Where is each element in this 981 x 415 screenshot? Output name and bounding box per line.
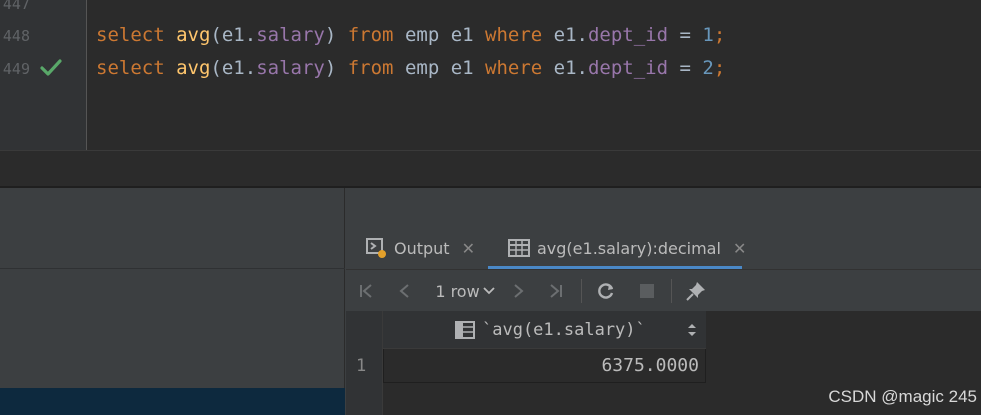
code-token: avg	[176, 57, 211, 79]
first-page-icon[interactable]	[356, 280, 378, 302]
results-toolbar: 1 row	[346, 270, 981, 311]
results-pane: Output ✕ avg(e1.salary):decimal ✕ 1 row …	[346, 188, 981, 415]
table-column-icon	[455, 321, 475, 339]
refresh-icon[interactable]	[595, 280, 617, 302]
page-size-label: 1 row	[435, 281, 480, 301]
next-page-icon[interactable]	[507, 280, 529, 302]
code-token: e1.	[542, 57, 588, 79]
divider	[581, 279, 582, 303]
tab-output[interactable]: Output ✕	[366, 228, 475, 268]
code-token: ;	[713, 57, 726, 79]
divider	[0, 268, 345, 269]
services-panel: Output ✕ avg(e1.salary):decimal ✕ 1 row …	[0, 188, 981, 415]
last-page-icon[interactable]	[544, 280, 566, 302]
line-number: 449	[2, 60, 30, 78]
code-token: salary	[256, 57, 325, 79]
tab-output-label: Output	[394, 238, 450, 258]
code-token: emp e1	[393, 57, 486, 79]
code-line[interactable]: select avg(e1.salary) from emp e1 where …	[96, 23, 725, 47]
previous-page-icon[interactable]	[394, 280, 416, 302]
table-icon	[508, 239, 530, 257]
watermark: CSDN @magic 245	[828, 387, 977, 406]
code-token: where	[485, 57, 543, 79]
services-tree-pane[interactable]	[0, 188, 345, 415]
line-number: 447	[2, 0, 30, 13]
code-token: =	[668, 57, 703, 79]
code-line[interactable]: select avg(e1.salary) from emp e1 where …	[96, 56, 725, 80]
code-token: (e1.	[210, 24, 257, 46]
selected-tree-row[interactable]	[0, 388, 345, 415]
tab-result-avg-salary[interactable]: avg(e1.salary):decimal ✕	[508, 228, 746, 268]
code-token: avg	[176, 24, 211, 46]
code-token: where	[485, 24, 543, 46]
close-icon[interactable]: ✕	[462, 239, 475, 258]
code-token: select	[96, 24, 165, 46]
row-number[interactable]: 1	[356, 356, 366, 376]
page-size-dropdown[interactable]: 1 row	[434, 280, 496, 302]
code-token: 1	[702, 24, 714, 46]
code-token: ;	[713, 24, 726, 46]
column-header[interactable]: `avg(e1.salary)`	[383, 311, 706, 349]
cell-value: 6375.0000	[601, 355, 699, 376]
chevron-down-icon	[483, 286, 495, 296]
sql-editor[interactable]: 447 448 449 select avg(e1.salary) from e…	[0, 0, 981, 150]
line-number: 448	[2, 27, 30, 45]
code-token: emp e1	[393, 24, 486, 46]
console-output-icon	[366, 237, 388, 259]
code-token: select	[96, 57, 165, 79]
code-token: (e1.	[210, 57, 257, 79]
tab-result-label: avg(e1.salary):decimal	[537, 238, 721, 258]
editor-status-strip	[0, 150, 981, 186]
column-header-label: `avg(e1.salary)`	[482, 320, 646, 340]
code-token: from	[347, 24, 394, 46]
code-token: from	[347, 57, 394, 79]
checkmark-icon[interactable]	[40, 58, 62, 78]
code-token: dept_id	[587, 24, 669, 46]
code-token: salary	[256, 24, 325, 46]
table-cell[interactable]: 6375.0000	[383, 349, 706, 383]
editor-gutter: 447 448 449	[0, 0, 87, 150]
sort-icon[interactable]	[687, 323, 697, 337]
code-token: 2	[702, 57, 714, 79]
code-token: dept_id	[587, 57, 669, 79]
close-icon[interactable]: ✕	[733, 239, 746, 258]
row-number-column: 1	[346, 311, 383, 415]
code-token: e1.	[542, 24, 588, 46]
code-token: =	[668, 24, 703, 46]
code-token: )	[324, 57, 337, 79]
pin-icon[interactable]	[684, 280, 708, 302]
code-token: )	[324, 24, 337, 46]
divider	[671, 279, 672, 303]
stop-icon[interactable]	[636, 280, 658, 302]
